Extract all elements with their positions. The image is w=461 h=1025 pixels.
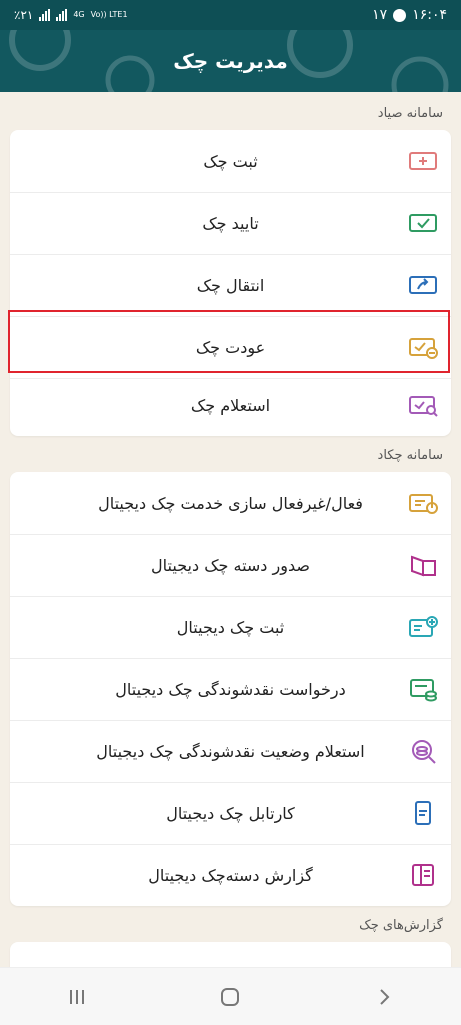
section-title-sayad: سامانه صیاد [377, 106, 443, 121]
clock: ۱۶:۰۴ [412, 7, 447, 23]
menu-item-digital-service-toggle[interactable]: فعال/غیرفعال سازی خدمت چک دیجیتال [10, 472, 451, 534]
lte-label: Vo)) LTE1 [90, 10, 128, 19]
cheque-inquiry-icon [409, 396, 438, 417]
menu-item-chequebook-report[interactable]: گزارش دسته‌چک دیجیتال [10, 844, 451, 906]
menu-item-inquiry-cheque[interactable]: استعلام چک [10, 374, 451, 436]
cheque-transfer-icon [409, 276, 437, 294]
menu-item-label: صدور دسته چک دیجیتال [151, 555, 310, 575]
recent-apps-icon [69, 989, 84, 1004]
menu-item-cash-status[interactable]: استعلام وضعیت نقدشوندگی چک دیجیتال [10, 720, 451, 782]
main-content[interactable]: سامانه صیاد ثبت چک تایید چک انتقال چک عو… [0, 92, 461, 967]
section-title-reports: گزارش‌های چک [359, 918, 443, 933]
home-icon [221, 987, 240, 1006]
menu-item-label: استعلام چک [190, 395, 271, 415]
menu-item-approve-cheque[interactable]: تایید چک [10, 192, 451, 254]
section-title-chakad: سامانه چکاد [377, 448, 443, 463]
battery-percent: ٪۲۱ [14, 8, 34, 22]
status-right: ۱۷ ۱۶:۰۴ [372, 7, 447, 23]
menu-item-transfer-cheque[interactable]: انتقال چک [10, 254, 451, 316]
cash-status-icon [412, 740, 436, 764]
menu-item-label: ثبت چک دیجیتال [176, 617, 285, 637]
signal-2-icon [56, 9, 68, 21]
menu-item-label: استعلام وضعیت نقدشوندگی چک دیجیتال [96, 741, 365, 761]
app-bar: مدیریت چک [0, 30, 461, 92]
menu-item-label: فعال/غیرفعال سازی خدمت چک دیجیتال [98, 493, 363, 513]
status-bar: ٪۲۱ 4G Vo)) LTE1 ۱۷ ۱۶:۰۴ [0, 0, 461, 30]
chakad-card: فعال/غیرفعال سازی خدمت چک دیجیتال صدور د… [10, 472, 451, 906]
back-icon [380, 988, 390, 1005]
cheque-approve-icon [409, 214, 437, 232]
reports-card [10, 942, 451, 967]
signal-icon [39, 9, 51, 21]
chequebook-report-icon [412, 864, 434, 886]
back-button[interactable] [364, 977, 404, 1017]
menu-item-label: ثبت چک [203, 151, 258, 171]
menu-item-label: درخواست نقدشوندگی چک دیجیتال [115, 679, 346, 699]
menu-item-register-cheque[interactable]: ثبت چک [10, 130, 451, 192]
chequebook-issue-icon [411, 555, 436, 577]
digital-cheque-add-icon [409, 616, 438, 637]
menu-item-return-cheque[interactable]: عودت چک [10, 316, 451, 378]
menu-item-label: انتقال چک [196, 275, 265, 295]
menu-item-cash-request[interactable]: درخواست نقدشوندگی چک دیجیتال [10, 658, 451, 720]
menu-item-label: عودت چک [195, 337, 266, 357]
menu-item-issue-chequebook[interactable]: صدور دسته چک دیجیتال [10, 534, 451, 596]
status-left: ٪۲۱ 4G Vo)) LTE1 [14, 8, 128, 22]
menu-item-register-digital-cheque[interactable]: ثبت چک دیجیتال [10, 596, 451, 658]
home-button[interactable] [210, 977, 250, 1017]
sayad-card: ثبت چک تایید چک انتقال چک عودت چک استعلا… [10, 130, 451, 436]
menu-item-label: تایید چک [202, 213, 259, 233]
cheque-return-icon [409, 338, 438, 359]
system-nav-bar [0, 967, 461, 1025]
recent-apps-button[interactable] [57, 977, 97, 1017]
digital-cheque-toggle-icon [409, 494, 438, 514]
cash-request-icon [410, 679, 437, 702]
network-type: 4G [73, 10, 85, 19]
menu-item-label: گزارش دسته‌چک دیجیتال [148, 865, 313, 885]
message-icon [393, 8, 407, 22]
notification-count: ۱۷ [372, 7, 388, 23]
cheque-add-icon [409, 152, 437, 170]
cartable-icon [415, 801, 431, 825]
page-title: مدیریت چک [173, 49, 288, 73]
menu-item-cartable[interactable]: کارتابل چک دیجیتال [10, 782, 451, 844]
menu-item-label: کارتابل چک دیجیتال [166, 803, 295, 823]
